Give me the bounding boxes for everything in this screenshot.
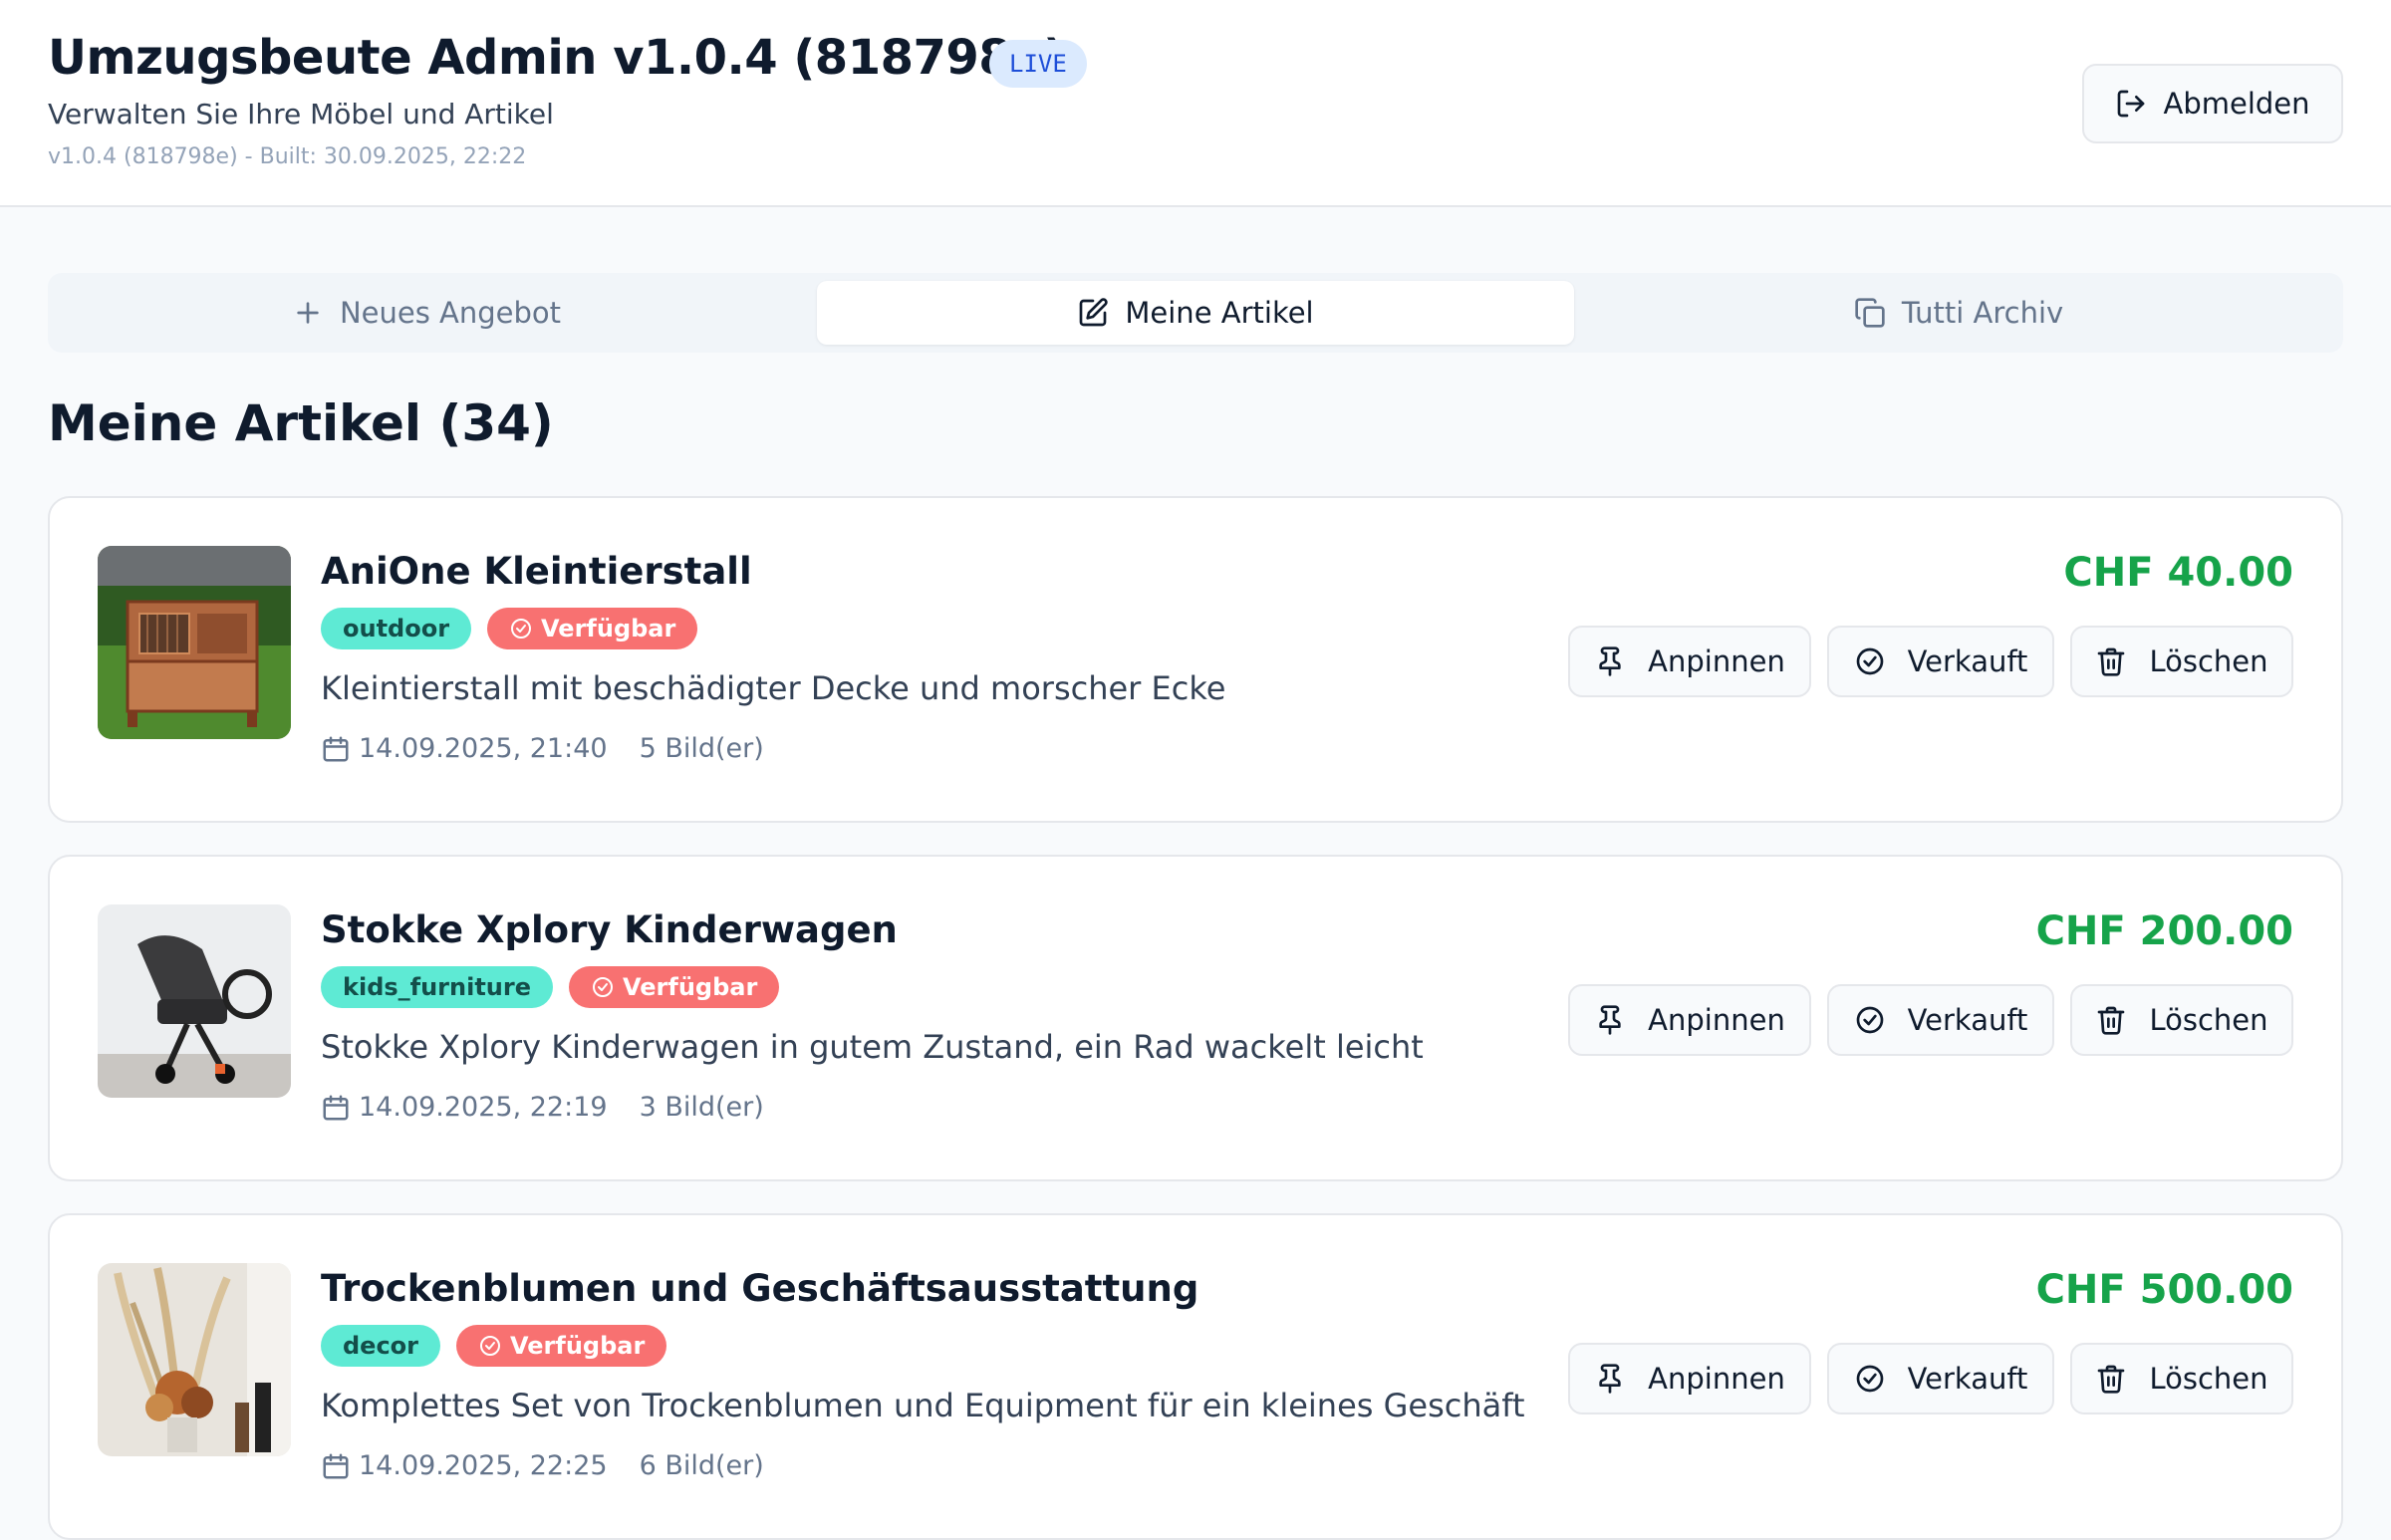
delete-button[interactable]: Löschen xyxy=(2070,626,2293,697)
app-title: Umzugsbeute Admin v1.0.4 (818798e) xyxy=(48,30,1065,86)
dried-flowers-photo xyxy=(98,1263,291,1456)
item-badges: outdoor Verfügbar xyxy=(321,608,698,649)
item-actions: Anpinnen Verkauft Löschen xyxy=(1568,1343,2293,1414)
item-title: Trockenblumen und Geschäftsausstattung xyxy=(321,1267,1199,1310)
pin-label: Anpinnen xyxy=(1648,1362,1785,1396)
item-thumbnail[interactable] xyxy=(98,904,291,1098)
trash-icon xyxy=(2098,1006,2125,1035)
calendar-icon xyxy=(323,1453,349,1478)
tab-label: Neues Angebot xyxy=(339,296,562,330)
category-badge: outdoor xyxy=(321,608,472,649)
pin-label: Anpinnen xyxy=(1648,1003,1785,1037)
tab-new-offer[interactable]: Neues Angebot xyxy=(48,281,805,345)
status-badge: Verfügbar xyxy=(569,966,780,1008)
live-badge: LIVE xyxy=(989,40,1087,88)
check-circle-icon xyxy=(1856,1365,1883,1393)
app-header: Umzugsbeute Admin v1.0.4 (818798e) LIVE … xyxy=(0,0,2391,207)
item-price: CHF 40.00 xyxy=(2063,550,2293,596)
item-date: 14.09.2025, 21:40 xyxy=(359,733,608,764)
pin-button[interactable]: Anpinnen xyxy=(1568,984,1811,1056)
delete-button[interactable]: Löschen xyxy=(2070,1343,2293,1414)
tab-label: Meine Artikel xyxy=(1125,296,1314,330)
tab-bar: Neues Angebot Meine Artikel Tutti Archiv xyxy=(48,273,2343,353)
item-date: 14.09.2025, 22:25 xyxy=(359,1450,608,1481)
item-card: AniOne Kleintierstall outdoor Verfügbar … xyxy=(48,496,2343,823)
category-badge: decor xyxy=(321,1325,441,1367)
tab-my-items[interactable]: Meine Artikel xyxy=(817,281,1574,345)
item-description: Stokke Xplory Kinderwagen in gutem Zusta… xyxy=(321,1028,1424,1066)
tab-label: Tutti Archiv xyxy=(1901,296,2064,330)
calendar-icon xyxy=(323,736,349,761)
item-image-count: 3 Bild(er) xyxy=(639,1092,764,1123)
copy-icon xyxy=(1855,298,1885,328)
mark-sold-button[interactable]: Verkauft xyxy=(1827,626,2054,697)
hutch-photo xyxy=(98,546,291,739)
item-meta: 14.09.2025, 21:40 5 Bild(er) xyxy=(321,733,764,764)
item-price: CHF 500.00 xyxy=(2035,1267,2293,1313)
check-circle-icon xyxy=(1856,647,1883,675)
item-badges: decor Verfügbar xyxy=(321,1325,667,1367)
calendar-icon xyxy=(323,1095,349,1120)
check-circle-icon xyxy=(1856,1006,1883,1034)
status-label: Verfügbar xyxy=(623,973,758,1001)
pin-icon xyxy=(1599,646,1621,676)
item-meta: 14.09.2025, 22:19 3 Bild(er) xyxy=(321,1092,764,1123)
item-meta: 14.09.2025, 22:25 6 Bild(er) xyxy=(321,1450,764,1481)
item-card: Trockenblumen und Geschäftsausstattung d… xyxy=(48,1213,2343,1540)
check-circle-icon xyxy=(480,1336,501,1356)
delete-button[interactable]: Löschen xyxy=(2070,984,2293,1056)
sold-label: Verkauft xyxy=(1907,1362,2028,1396)
logout-icon xyxy=(2118,90,2145,118)
item-title: AniOne Kleintierstall xyxy=(321,550,752,593)
item-description: Kleintierstall mit beschädigter Decke un… xyxy=(321,669,1226,707)
pin-button[interactable]: Anpinnen xyxy=(1568,1343,1811,1414)
item-date: 14.09.2025, 22:19 xyxy=(359,1092,608,1123)
category-badge: kids_furniture xyxy=(321,966,553,1008)
mark-sold-button[interactable]: Verkauft xyxy=(1827,1343,2054,1414)
tab-tutti-archive[interactable]: Tutti Archiv xyxy=(1580,281,2337,345)
item-card: Stokke Xplory Kinderwagen kids_furniture… xyxy=(48,855,2343,1181)
item-badges: kids_furniture Verfügbar xyxy=(321,966,780,1008)
build-info: v1.0.4 (818798e) - Built: 30.09.2025, 22… xyxy=(48,144,527,169)
stroller-photo xyxy=(98,904,291,1098)
pin-button[interactable]: Anpinnen xyxy=(1568,626,1811,697)
delete-label: Löschen xyxy=(2149,1362,2268,1396)
app-subtitle: Verwalten Sie Ihre Möbel und Artikel xyxy=(48,98,554,130)
item-thumbnail[interactable] xyxy=(98,546,291,739)
trash-icon xyxy=(2098,1365,2125,1394)
pin-label: Anpinnen xyxy=(1648,644,1785,678)
edit-icon xyxy=(1080,298,1109,327)
item-price: CHF 200.00 xyxy=(2035,908,2293,954)
item-title: Stokke Xplory Kinderwagen xyxy=(321,908,898,951)
sold-label: Verkauft xyxy=(1907,644,2028,678)
status-label: Verfügbar xyxy=(510,1332,646,1360)
logout-button[interactable]: Abmelden xyxy=(2082,64,2343,143)
check-circle-icon xyxy=(593,977,613,997)
status-label: Verfügbar xyxy=(541,615,676,642)
status-badge: Verfügbar xyxy=(487,608,698,649)
item-image-count: 6 Bild(er) xyxy=(639,1450,764,1481)
section-title: Meine Artikel (34) xyxy=(48,394,554,452)
item-actions: Anpinnen Verkauft Löschen xyxy=(1568,626,2293,697)
delete-label: Löschen xyxy=(2149,1003,2268,1037)
item-image-count: 5 Bild(er) xyxy=(639,733,764,764)
plus-icon xyxy=(297,302,319,324)
check-circle-icon xyxy=(511,619,532,639)
mark-sold-button[interactable]: Verkauft xyxy=(1827,984,2054,1056)
status-badge: Verfügbar xyxy=(456,1325,667,1367)
item-actions: Anpinnen Verkauft Löschen xyxy=(1568,984,2293,1056)
delete-label: Löschen xyxy=(2149,644,2268,678)
item-thumbnail[interactable] xyxy=(98,1263,291,1456)
logout-label: Abmelden xyxy=(2163,87,2310,121)
sold-label: Verkauft xyxy=(1907,1003,2028,1037)
trash-icon xyxy=(2098,647,2125,676)
pin-icon xyxy=(1599,1005,1621,1035)
pin-icon xyxy=(1599,1364,1621,1394)
item-description: Komplettes Set von Trockenblumen und Equ… xyxy=(321,1387,1525,1424)
